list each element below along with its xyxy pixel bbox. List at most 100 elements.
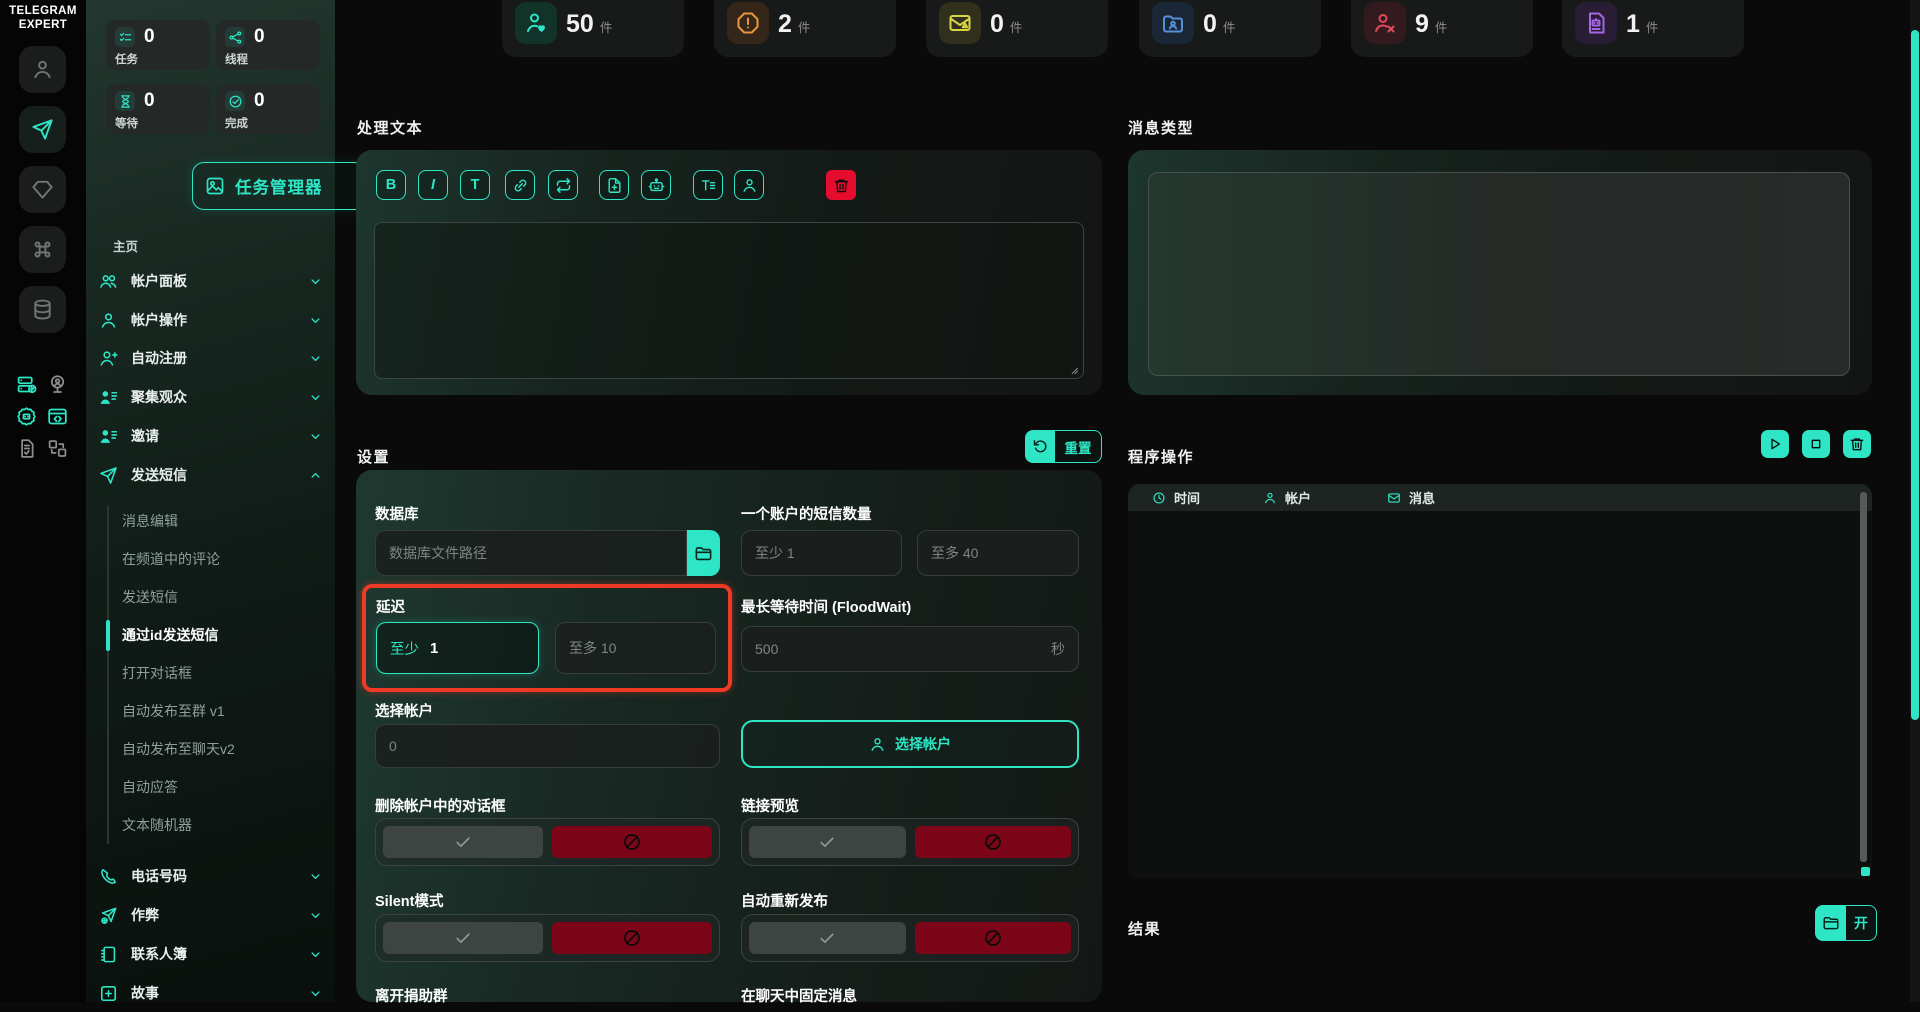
sms-max-input[interactable]: 至多 40 [917,530,1079,576]
delay-max-input[interactable]: 至多 10 [555,622,716,674]
bot-settings-icon[interactable] [16,406,37,427]
stat-label: 任务 [115,51,138,67]
sidebar-item-gather-audience[interactable]: 聚集观众 [99,378,323,416]
message-text-input[interactable] [374,222,1084,379]
rail-accounts-button[interactable] [19,46,66,93]
settings-title: 设置 [357,446,390,467]
browser-script-icon[interactable] [47,406,68,427]
user-icon [741,177,758,194]
database-icon [31,298,54,321]
robot-icon [648,177,665,194]
silent-mode-label: Silent模式 [375,890,443,911]
editor-title: 处理文本 [357,117,423,138]
stat-value: 0 [144,90,155,112]
sms-count-label: 一个账户的短信数量 [741,503,872,524]
stop-button[interactable] [1802,430,1830,458]
subitem-auto-post-chat-v2[interactable]: 自动发布至聊天v2 [122,730,322,768]
link-preview-label: 链接预览 [741,795,799,816]
sidebar-item-account-panel[interactable]: 帐户面板 [99,262,323,300]
database-path-input[interactable]: 数据库文件路径 [375,530,687,576]
start-button[interactable] [1761,430,1789,458]
toggle-yes-button[interactable] [749,826,906,858]
check-icon [817,928,837,948]
select-accounts-button[interactable]: 选择帐户 [741,720,1079,768]
sidebar-item-account-ops[interactable]: 帐户操作 [99,301,323,339]
submenu-line [107,506,109,844]
ban-icon [983,832,1003,852]
delete-dialogs-label: 删除帐户中的对话框 [375,795,506,816]
toggle-yes-button[interactable] [383,826,543,858]
mention-button[interactable] [734,170,764,200]
auto-repost-toggle [741,914,1079,962]
reset-label: 重置 [1055,430,1102,463]
floodwait-input[interactable]: 500 秒 [741,626,1079,672]
log-resize-handle[interactable] [1861,867,1870,876]
toggle-no-button[interactable] [915,922,1072,954]
italic-button[interactable]: I [418,170,448,200]
toggle-yes-button[interactable] [383,922,543,954]
attach-file-button[interactable] [599,170,629,200]
swap-icon[interactable] [47,438,68,459]
textsize-button[interactable]: T [460,170,490,200]
counter-warnings: 2件 [714,0,896,57]
counter-success: 50件 [502,0,684,57]
bot-button[interactable] [641,170,671,200]
sidebar-item-stories[interactable]: 故事 [99,974,323,1012]
sidebar-item-invite[interactable]: 邀请 [99,417,323,455]
check-icon [453,832,473,852]
toggle-no-button[interactable] [915,826,1072,858]
stat-label: 等待 [115,115,138,131]
clock-icon [1152,491,1166,505]
link-button[interactable] [505,170,535,200]
sidebar-item-phone-numbers[interactable]: 电话号码 [99,857,323,895]
accounts-count-input[interactable]: 0 [375,724,720,768]
play-icon [1767,436,1783,452]
toggle-yes-button[interactable] [749,922,906,954]
folder-icon [1815,905,1846,941]
user-icon [31,58,54,81]
repeat-button[interactable] [548,170,578,200]
subitem-open-dialog[interactable]: 打开对话框 [122,654,322,692]
clear-log-button[interactable] [1843,430,1871,458]
webcam-user-icon[interactable] [47,374,68,395]
sidebar-item-cheat[interactable]: 作弊 [99,896,323,934]
sms-min-input[interactable]: 至少 1 [741,530,902,576]
sidebar-item-send-sms[interactable]: 发送短信 [99,456,323,494]
subitem-message-edit[interactable]: 消息编辑 [122,502,322,540]
chevron-up-icon [308,468,323,483]
toggle-no-button[interactable] [552,922,712,954]
clear-text-button[interactable] [826,170,856,200]
subitem-auto-reply[interactable]: 自动应答 [122,768,322,806]
sidebar-item-auto-register[interactable]: 自动注册 [99,339,323,377]
subitem-channel-comments[interactable]: 在频道中的评论 [122,540,322,578]
rail-database-button[interactable] [19,286,66,333]
sidebar-item-contacts[interactable]: 联系人簿 [99,935,323,973]
rail-tools-button[interactable] [19,226,66,273]
log-document-icon[interactable] [16,438,37,459]
open-result-button[interactable]: 开 [1815,905,1877,941]
user-heart-icon [515,2,557,44]
message-type-area[interactable] [1148,172,1850,376]
subitem-auto-post-group-v1[interactable]: 自动发布至群 v1 [122,692,322,730]
delay-min-input[interactable]: 至少 1 [376,622,539,674]
subitem-text-randomizer[interactable]: 文本随机器 [122,806,322,844]
browse-folder-button[interactable] [687,530,720,576]
log-scrollbar[interactable] [1860,492,1867,862]
notebook-icon [99,945,118,964]
template-button[interactable] [693,170,723,200]
page-scrollbar-thumb[interactable] [1911,30,1919,720]
proxy-server-icon[interactable] [16,374,37,395]
rail-sender-button[interactable] [19,106,66,153]
stat-value: 0 [144,26,155,48]
sidebar: 0 任务 0 线程 0 等待 0 完成 任务管理器 0 主页 帐户面板 帐户操作… [86,0,335,1002]
icon-rail: TELEGRAM EXPERT [0,0,86,1002]
resize-handle-icon[interactable] [1068,364,1079,375]
bold-button[interactable]: B [376,170,406,200]
chevron-down-icon [308,313,323,328]
reset-button[interactable]: 重置 [1025,430,1102,463]
text-doc-icon [700,177,717,194]
toggle-no-button[interactable] [552,826,712,858]
subitem-send-sms-by-id[interactable]: 通过id发送短信 [122,616,322,654]
rail-premium-button[interactable] [19,166,66,213]
subitem-send-sms[interactable]: 发送短信 [122,578,322,616]
